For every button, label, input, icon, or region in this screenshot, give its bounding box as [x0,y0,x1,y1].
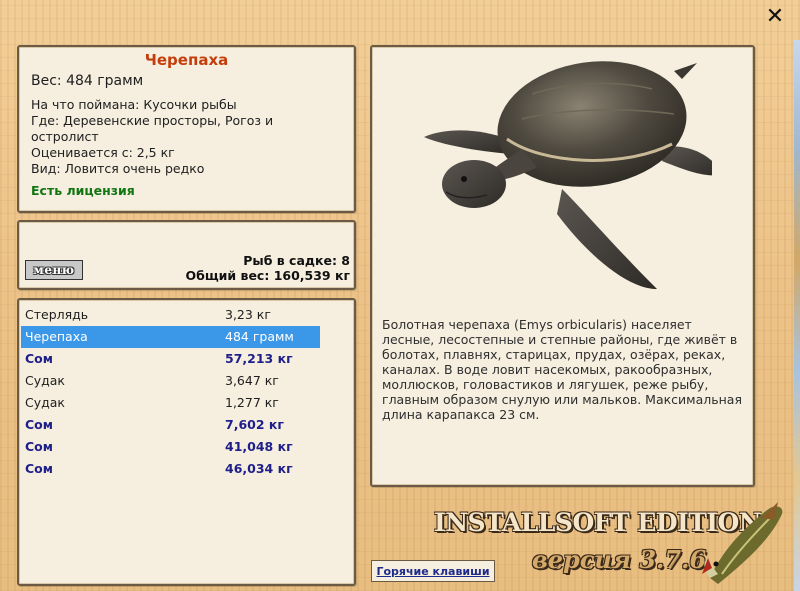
background-window-edge [794,40,800,591]
catch-fish-weight: 41,048 кг [225,439,293,454]
fish-price: Оценивается с: 2,5 кг [31,145,175,160]
fish-weight: Вес: 484 грамм [31,73,144,89]
catch-list-row[interactable]: Судак 1,277 кг [21,392,320,414]
catch-fish-weight: 7,602 кг [225,417,284,432]
fish-description: Болотная черепаха (Emys orbicularis) нас… [382,317,742,422]
fish-bait: На что поймана: Кусочки рыбы [31,97,237,112]
catch-fish-weight: 46,034 кг [225,461,293,476]
menu-button[interactable]: меню [25,260,83,280]
catch-fish-weight: 484 грамм [225,329,294,344]
catch-list-row[interactable]: Сом 46,034 кг [21,458,320,480]
catch-list-row-selected[interactable]: Черепаха 484 грамм [21,326,320,348]
catch-fish-weight: 1,277 кг [225,395,279,410]
hotkeys-label: Горячие клавиши [376,564,490,578]
catch-list[interactable]: Стерлядь 3,23 кг Черепаха 484 грамм Сом 57,21… [19,300,320,584]
catch-fish-name: Стерлядь [25,307,89,322]
catch-fish-weight: 3,23 кг [225,307,271,322]
catch-fish-name: Сом [25,417,53,432]
catch-list-row[interactable]: Сом 57,213 кг [21,348,320,370]
fish-name-title: Черепаха [144,51,229,69]
catch-fish-name: Черепаха [25,329,88,344]
total-weight: Общий вес: 160,539 кг [185,268,351,283]
catch-fish-name: Судак [25,395,65,410]
license-status: Есть лицензия [31,183,135,198]
catch-fish-name: Сом [25,439,53,454]
catch-fish-name: Судак [25,373,65,388]
catch-list-panel[interactable]: Стерлядь 3,23 кг Черепаха 484 грамм Сом 57,21… [17,298,356,586]
catch-fish-weight: 57,213 кг [225,351,293,366]
fish-info-panel: Черепаха Вес: 484 грамм На что поймана: … [17,45,356,213]
fish-rarity: Вид: Ловится очень редко [31,161,205,176]
catch-list-row[interactable]: Сом 41,048 кг [21,436,320,458]
version-text: версия 3.7.6 [532,545,707,574]
catch-list-row[interactable]: Сом 7,602 кг [21,414,320,436]
keepnet-stats-panel: меню Рыб в садке: 8 Общий вес: 160,539 к… [17,220,356,290]
close-icon[interactable]: ✕ [764,6,786,28]
catch-list-row[interactable]: Стерлядь 3,23 кг [21,304,320,326]
catch-fish-weight: 3,647 кг [225,373,279,388]
turtle-image [424,61,712,289]
catch-fish-name: Сом [25,351,53,366]
pike-logo-icon [702,502,783,584]
fish-viewer-panel: Болотная черепаха (Emys orbicularis) нас… [370,45,755,487]
catch-list-row[interactable]: Судак 3,647 кг [21,370,320,392]
fish-location: Где: Деревенские просторы, Рогоз и остро… [31,113,274,144]
catch-fish-name: Сом [25,461,53,476]
hotkeys-button[interactable]: Горячие клавиши [371,560,495,582]
fish-count: Рыб в садке: 8 [243,253,350,268]
